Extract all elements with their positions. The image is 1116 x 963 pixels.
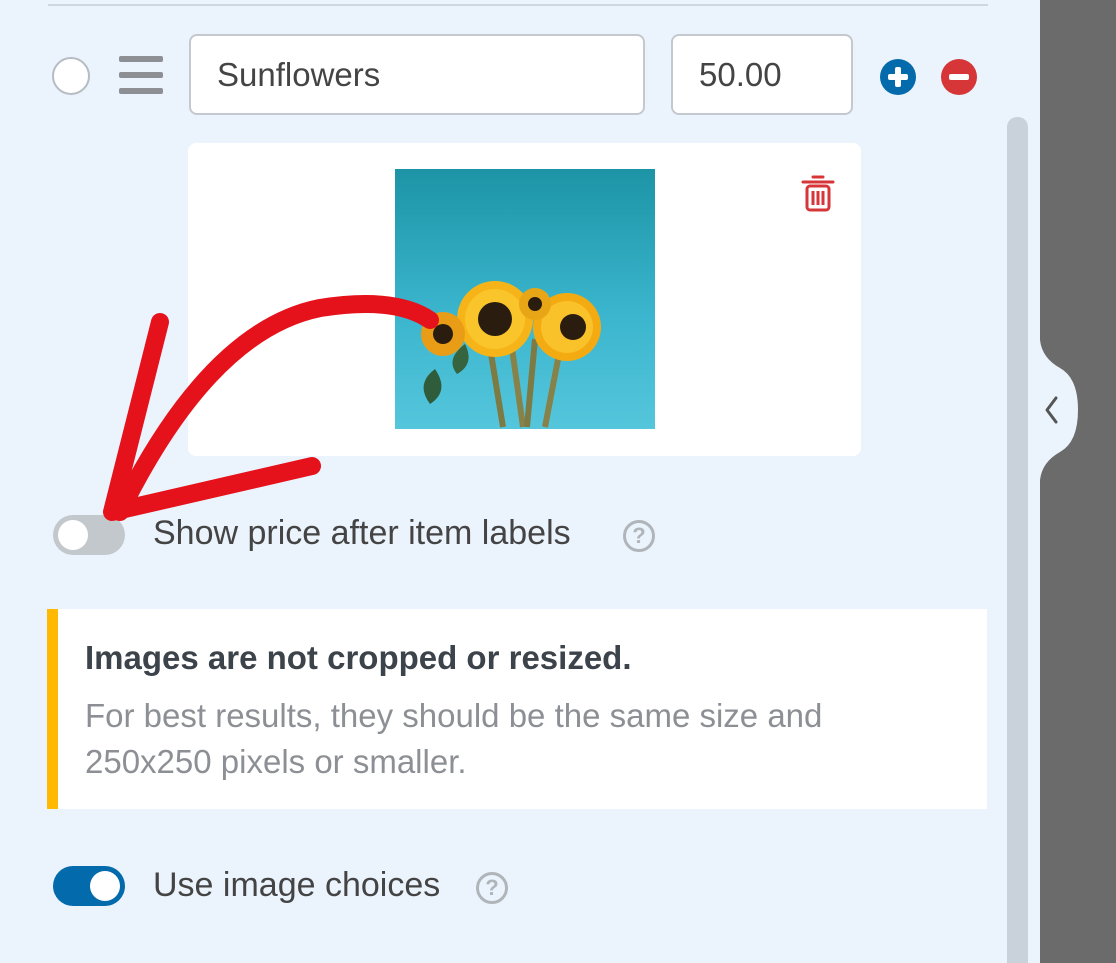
use-image-choices-label: Use image choices <box>153 866 441 904</box>
question-circle-icon[interactable]: ? <box>476 872 508 904</box>
toggle-knob <box>58 520 88 550</box>
use-image-choices-toggle[interactable] <box>53 866 125 906</box>
radio-icon[interactable] <box>52 57 90 95</box>
choice-image-card <box>188 143 861 456</box>
remove-choice-button[interactable] <box>941 59 977 95</box>
notice-body: For best results, they should be the sam… <box>85 697 823 780</box>
collapse-panel-handle[interactable] <box>1040 340 1080 480</box>
show-price-setting: Show price after item labels ? <box>0 500 1000 570</box>
sunflower-image <box>395 169 655 429</box>
show-price-label: Show price after item labels <box>153 514 571 552</box>
right-panel-edge <box>1040 0 1116 963</box>
choice-row <box>0 0 1000 130</box>
choice-price-input[interactable] <box>671 34 853 115</box>
show-price-toggle[interactable] <box>53 515 125 555</box>
toggle-knob <box>90 871 120 901</box>
choice-label-input[interactable] <box>189 34 645 115</box>
question-circle-icon[interactable]: ? <box>623 520 655 552</box>
notice-title: Images are not cropped or resized. <box>85 639 632 676</box>
scrollbar[interactable] <box>1007 117 1028 963</box>
drag-handle-icon[interactable] <box>119 56 163 94</box>
image-size-notice: Images are not cropped or resized. For b… <box>47 609 987 809</box>
trash-icon[interactable] <box>801 174 835 212</box>
use-image-choices-setting: Use image choices ? <box>0 850 1000 925</box>
add-choice-button[interactable] <box>880 59 916 95</box>
